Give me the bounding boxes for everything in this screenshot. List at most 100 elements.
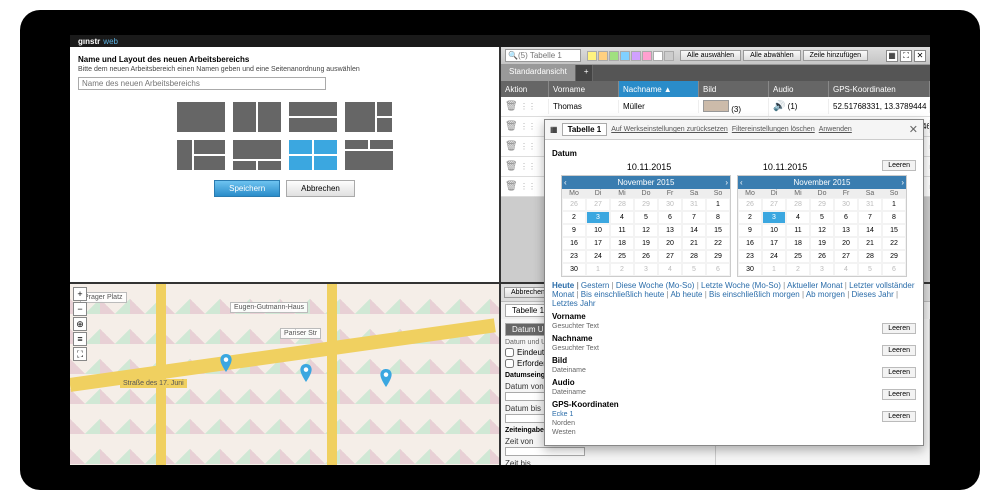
date-from-value[interactable]: 10.11.2015 bbox=[584, 162, 714, 172]
zoom-out-button[interactable]: − bbox=[73, 302, 87, 316]
calendar-day[interactable]: 9 bbox=[738, 224, 762, 237]
layout-option[interactable] bbox=[177, 140, 225, 170]
color-swatch[interactable] bbox=[598, 51, 608, 61]
calendar-day[interactable]: 7 bbox=[858, 211, 882, 224]
calendar-day[interactable]: 8 bbox=[882, 211, 906, 224]
calendar-day[interactable]: 26 bbox=[562, 198, 586, 211]
calendar-day[interactable]: 1 bbox=[586, 263, 610, 276]
calendar-day[interactable]: 29 bbox=[706, 250, 730, 263]
calendar-day[interactable]: 18 bbox=[786, 237, 810, 250]
quick-date-link[interactable]: Aktueller Monat bbox=[787, 281, 849, 290]
calendar-day[interactable]: 30 bbox=[562, 263, 586, 276]
zoom-in-button[interactable]: + bbox=[73, 287, 87, 301]
calendar-day[interactable]: 28 bbox=[786, 198, 810, 211]
layout-option[interactable] bbox=[345, 140, 393, 170]
calendar-day[interactable]: 29 bbox=[810, 198, 834, 211]
calendar-day[interactable]: 27 bbox=[762, 198, 786, 211]
add-row-button[interactable]: Zeile hinzufügen bbox=[803, 50, 868, 61]
calendar-day[interactable]: 6 bbox=[834, 211, 858, 224]
color-swatch[interactable] bbox=[664, 51, 674, 61]
table-row[interactable]: 🗑 ⋮⋮ Thomas Müller (3) 🔊 (1) 52.51768331… bbox=[501, 97, 930, 117]
calendar-day[interactable]: 10 bbox=[586, 224, 610, 237]
drag-icon[interactable]: ⋮⋮ bbox=[520, 142, 536, 151]
color-swatch[interactable] bbox=[631, 51, 641, 61]
calendar-day[interactable]: 25 bbox=[786, 250, 810, 263]
calendar-day[interactable]: 1 bbox=[882, 198, 906, 211]
calendar-day[interactable]: 18 bbox=[610, 237, 634, 250]
layout-option[interactable] bbox=[233, 102, 281, 132]
calendar-day[interactable]: 7 bbox=[682, 211, 706, 224]
delete-icon[interactable]: 🗑 bbox=[505, 181, 518, 192]
prev-month-icon[interactable]: ‹ bbox=[564, 178, 567, 187]
filter-icon[interactable]: ▦ bbox=[886, 50, 898, 62]
calendar-day[interactable]: 1 bbox=[762, 263, 786, 276]
reset-link[interactable]: Auf Werkseinstellungen zurücksetzen bbox=[611, 126, 728, 133]
calendar-day[interactable]: 1 bbox=[706, 198, 730, 211]
quick-date-link[interactable]: Bis einschließlich heute bbox=[581, 290, 671, 299]
select-all-button[interactable]: Alle auswählen bbox=[680, 50, 741, 61]
col-action[interactable]: Aktion bbox=[501, 81, 549, 97]
quick-date-link[interactable]: Dieses Jahr bbox=[852, 290, 899, 299]
calendar-day[interactable]: 6 bbox=[706, 263, 730, 276]
calendar-day[interactable]: 15 bbox=[882, 224, 906, 237]
calendar-day[interactable]: 3 bbox=[586, 211, 610, 224]
calendar-day[interactable]: 30 bbox=[738, 263, 762, 276]
fullscreen-button[interactable]: ⛶ bbox=[73, 347, 87, 361]
calendar-day[interactable]: 21 bbox=[858, 237, 882, 250]
layout-option[interactable] bbox=[177, 102, 225, 132]
calendar-day[interactable]: 27 bbox=[834, 250, 858, 263]
deselect-all-button[interactable]: Alle abwählen bbox=[743, 50, 801, 61]
required-checkbox[interactable] bbox=[505, 359, 514, 368]
calendar-day[interactable]: 28 bbox=[610, 198, 634, 211]
calendar-day[interactable]: 16 bbox=[738, 237, 762, 250]
calendar-day[interactable]: 23 bbox=[738, 250, 762, 263]
calendar-day[interactable]: 15 bbox=[706, 224, 730, 237]
calendar-day[interactable]: 11 bbox=[610, 224, 634, 237]
col-lastname[interactable]: Nachname ▲ bbox=[619, 81, 699, 97]
calendar-day[interactable]: 19 bbox=[810, 237, 834, 250]
calendar-day[interactable]: 13 bbox=[834, 224, 858, 237]
quick-date-link[interactable]: Ab morgen bbox=[806, 290, 852, 299]
next-month-icon[interactable]: › bbox=[901, 178, 904, 187]
color-swatch[interactable] bbox=[620, 51, 630, 61]
calendar-day[interactable]: 31 bbox=[682, 198, 706, 211]
calendar[interactable]: ‹November 2015›MoDiMiDoFrSaSo26272829303… bbox=[561, 175, 731, 277]
quick-date-link[interactable]: Ab heute bbox=[670, 290, 709, 299]
layout-option[interactable] bbox=[233, 140, 281, 170]
calendar-day[interactable]: 17 bbox=[762, 237, 786, 250]
delete-icon[interactable]: 🗑 bbox=[505, 121, 518, 132]
quick-date-link[interactable]: Letztes Jahr bbox=[552, 299, 596, 308]
save-button[interactable]: Speichern bbox=[214, 180, 280, 197]
calendar-day[interactable]: 26 bbox=[810, 250, 834, 263]
calendar-day[interactable]: 26 bbox=[738, 198, 762, 211]
calendar-day[interactable]: 4 bbox=[658, 263, 682, 276]
layers-button[interactable]: ≡ bbox=[73, 332, 87, 346]
calendar-day[interactable]: 5 bbox=[810, 211, 834, 224]
calendar-day[interactable]: 5 bbox=[634, 211, 658, 224]
delete-icon[interactable]: 🗑 bbox=[505, 101, 518, 112]
quick-date-link[interactable]: Gestern bbox=[581, 281, 616, 290]
quick-date-link[interactable]: Diese Woche (Mo-So) bbox=[616, 281, 701, 290]
calendar-day[interactable]: 16 bbox=[562, 237, 586, 250]
calendar-day[interactable]: 22 bbox=[882, 237, 906, 250]
date-to-value[interactable]: 10.11.2015 bbox=[720, 162, 850, 172]
expand-icon[interactable]: ⛶ bbox=[900, 50, 912, 62]
color-swatch[interactable] bbox=[587, 51, 597, 61]
calendar-day[interactable]: 30 bbox=[834, 198, 858, 211]
drag-icon[interactable]: ⋮⋮ bbox=[520, 162, 536, 171]
calendar-day[interactable]: 17 bbox=[586, 237, 610, 250]
color-swatch[interactable] bbox=[642, 51, 652, 61]
delete-icon[interactable]: 🗑 bbox=[505, 141, 518, 152]
col-image[interactable]: Bild bbox=[699, 81, 769, 97]
calendar-day[interactable]: 25 bbox=[610, 250, 634, 263]
calendar-day[interactable]: 31 bbox=[858, 198, 882, 211]
close-icon[interactable]: ✕ bbox=[914, 50, 926, 62]
calendar-day[interactable]: 12 bbox=[634, 224, 658, 237]
col-firstname[interactable]: Vorname bbox=[549, 81, 619, 97]
color-swatch[interactable] bbox=[653, 51, 663, 61]
delete-icon[interactable]: 🗑 bbox=[505, 161, 518, 172]
calendar-day[interactable]: 21 bbox=[682, 237, 706, 250]
calendar-day[interactable]: 22 bbox=[706, 237, 730, 250]
calendar-day[interactable]: 23 bbox=[562, 250, 586, 263]
calendar-day[interactable]: 30 bbox=[658, 198, 682, 211]
